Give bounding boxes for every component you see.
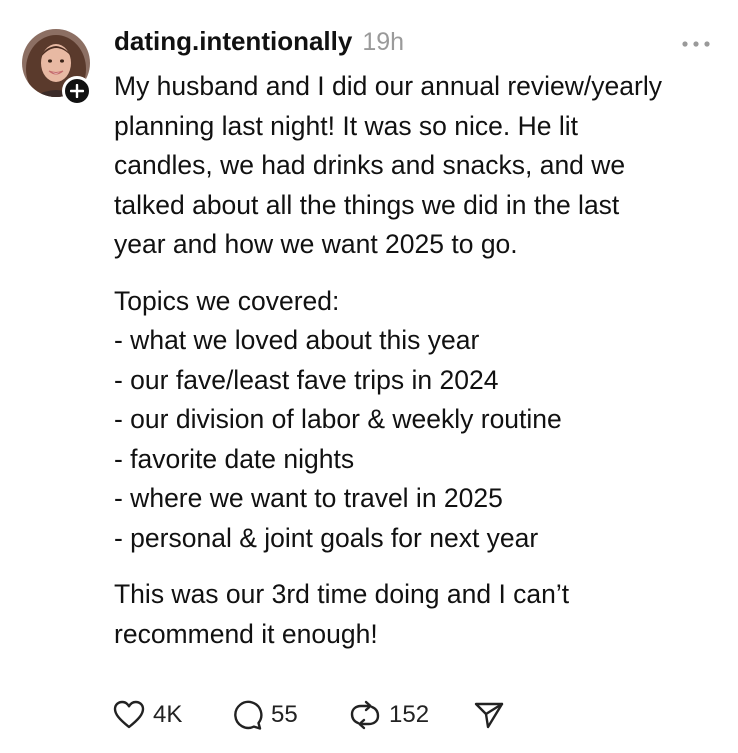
paragraph-closing: This was our 3rd time doing and I can’t … (114, 575, 726, 654)
text-line: planning last night! It was so nice. He … (114, 110, 578, 141)
text-line: year and how we want 2025 to go. (114, 229, 518, 259)
share-button[interactable] (473, 700, 505, 730)
comment-icon (234, 700, 263, 730)
reply-button[interactable]: 55 (231, 699, 349, 731)
avatar-container (22, 29, 92, 106)
list-item: - our fave/least fave trips in 2024 (114, 364, 499, 395)
text-line: talked about all the things we did in th… (114, 189, 620, 220)
like-button[interactable]: 4K (113, 700, 231, 730)
list-item: - where we want to travel in 2025 (114, 483, 503, 513)
paragraph-topics: Topics we covered: - what we loved about… (114, 282, 726, 559)
follow-button[interactable] (62, 76, 92, 106)
post-header: dating.intentionally 19h (114, 26, 404, 66)
timestamp: 19h (362, 28, 405, 56)
heart-icon (113, 700, 145, 729)
send-icon (474, 702, 504, 729)
reply-count: 55 (271, 701, 298, 728)
like-count: 4K (153, 701, 183, 728)
text-line: This was our 3rd time doing and I can’t (114, 579, 570, 609)
text-line: My husband and I did our annual review/y… (114, 71, 662, 101)
list-item: - our division of labor & weekly routine (114, 404, 562, 434)
more-icon (682, 41, 710, 47)
post-body: My husband and I did our annual review/y… (114, 67, 726, 654)
more-button[interactable] (680, 36, 712, 52)
list-item: - favorite date nights (114, 443, 355, 474)
text-line: candles, we had drinks and snacks, and w… (114, 150, 626, 180)
list-item: - what we loved about this year (114, 325, 480, 355)
repost-button[interactable]: 152 (349, 699, 473, 731)
paragraph-intro: My husband and I did our annual review/y… (114, 67, 726, 265)
plus-icon (70, 84, 84, 98)
repost-count: 152 (389, 701, 430, 728)
text-line: Topics we covered: (114, 285, 340, 316)
repost-icon (350, 700, 380, 730)
text-line: recommend it enough! (114, 618, 378, 649)
action-bar: 4K 55 152 (113, 693, 505, 737)
list-item: - personal & joint goals for next year (114, 522, 539, 553)
threads-post: dating.intentionally 19h My husband and … (0, 0, 738, 753)
username[interactable]: dating.intentionally (114, 26, 352, 57)
